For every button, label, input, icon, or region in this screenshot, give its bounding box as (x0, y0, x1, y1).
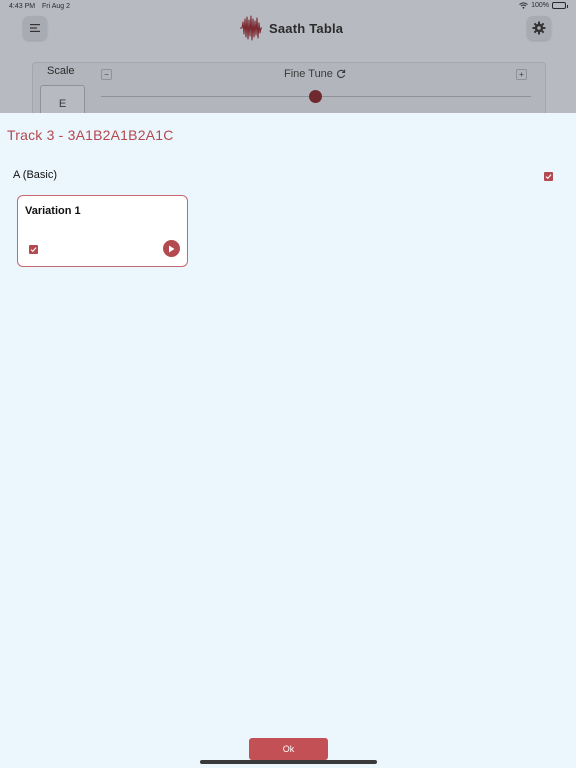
fine-tune-label: Fine Tune (284, 68, 333, 80)
settings-button[interactable] (527, 16, 551, 40)
track-sheet: Track 3 - 3A1B2A1B2A1C A (Basic) Variati… (0, 113, 576, 768)
section-checkbox[interactable] (544, 172, 553, 181)
refresh-icon[interactable] (336, 69, 346, 79)
menu-button[interactable] (23, 16, 47, 40)
variation-card[interactable]: Variation 1 (17, 195, 188, 267)
fine-tune-header: Fine Tune (284, 68, 346, 80)
scale-label: Scale (47, 65, 75, 77)
background-app: 4:43 PM Fri Aug 2 100% Saath Tabla Scale… (0, 0, 576, 113)
waveform-logo-icon (240, 15, 262, 41)
checkbox-icon (30, 247, 37, 253)
play-button[interactable] (163, 240, 180, 257)
battery-percent: 100% (531, 2, 549, 9)
app-title: Saath Tabla (269, 20, 344, 36)
ok-button[interactable]: Ok (249, 738, 328, 760)
fine-tune-slider-thumb[interactable] (309, 90, 322, 103)
home-indicator (200, 760, 377, 764)
variation-checkbox[interactable] (29, 245, 38, 254)
checkbox-icon (545, 174, 552, 180)
battery-icon (552, 2, 568, 9)
status-date: Fri Aug 2 (42, 3, 71, 10)
fine-tune-minus-button[interactable]: − (101, 69, 112, 80)
track-title: Track 3 - 3A1B2A1B2A1C (7, 127, 174, 143)
section-title: A (Basic) (13, 169, 58, 181)
brand: Saath Tabla (239, 15, 343, 41)
wifi-icon (519, 2, 528, 9)
status-bar: 4:43 PM Fri Aug 2 100% (0, 0, 576, 14)
status-right: 100% (519, 2, 568, 9)
tuning-panel: Scale E − Fine Tune + (32, 62, 546, 113)
status-time: 4:43 PM (9, 3, 36, 10)
scale-selector[interactable]: E (40, 85, 85, 113)
play-icon (169, 245, 175, 252)
variation-title: Variation 1 (25, 205, 81, 217)
scale-value: E (58, 98, 67, 110)
menu-icon (30, 24, 40, 32)
gear-icon (532, 21, 546, 35)
fine-tune-plus-button[interactable]: + (516, 69, 527, 80)
